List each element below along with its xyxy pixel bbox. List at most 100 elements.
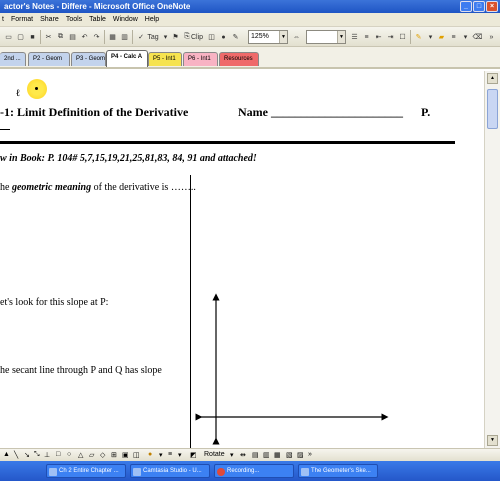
more-icon[interactable]: » — [486, 30, 497, 44]
q1-prefix: he — [0, 182, 12, 193]
line-icon[interactable]: ╲ — [14, 451, 18, 460]
draw-weight-icon[interactable]: ≡ — [168, 451, 172, 460]
numbering-icon[interactable]: ≡ — [361, 30, 372, 44]
zoom-value: 125% — [251, 33, 269, 40]
bullets-icon[interactable]: ☰ — [349, 30, 360, 44]
tab-resources[interactable]: Resources — [219, 52, 259, 66]
scroll-thumb[interactable] — [487, 89, 498, 129]
menu-insert[interactable]: t — [2, 16, 4, 23]
zoom-combo[interactable]: 125% ▼ — [248, 30, 288, 44]
tab-p6-int1[interactable]: P6 - Int1 — [183, 52, 218, 66]
menu-format[interactable]: Format — [11, 16, 33, 23]
taskbar-item-camtasia[interactable]: Camtasia Studio - U... — [130, 464, 210, 478]
window-controls: _ □ × — [460, 1, 498, 12]
align-icon[interactable]: ⇹ — [240, 451, 246, 460]
ink-stroke: ℓ — [16, 88, 20, 99]
menu-table[interactable]: Table — [89, 16, 106, 23]
arrange-2-icon[interactable]: ▥ — [263, 451, 270, 460]
tab-p2-geom[interactable]: P2 - Geom — [28, 52, 70, 66]
parallelogram-icon[interactable]: ▱ — [89, 451, 94, 460]
minimize-button[interactable]: _ — [460, 1, 472, 12]
font-dropdown-icon[interactable]: ▼ — [337, 31, 345, 43]
paste-icon[interactable]: ▤ — [67, 30, 78, 44]
distribute-icon[interactable]: ▧ — [286, 451, 293, 460]
new-icon[interactable]: ▭ — [3, 30, 14, 44]
menu-bar: t Format Share Tools Table Window Help — [0, 13, 500, 27]
arrow-icon[interactable]: ↘ — [24, 451, 30, 460]
taskbar-item-chapter[interactable]: Ch 2 Entire Chapter ... — [46, 464, 126, 478]
close-button[interactable]: × — [486, 1, 498, 12]
checkbox-icon[interactable]: ☐ — [397, 30, 408, 44]
taskbar-label: The Geometer's Ske... — [311, 468, 371, 474]
outdent-icon[interactable]: ⇤ — [373, 30, 384, 44]
tab-p5-int1[interactable]: P5 - Int1 — [148, 52, 182, 66]
font-combo[interactable]: ▼ — [306, 30, 346, 44]
zoom-dropdown-icon[interactable]: ▼ — [279, 31, 287, 43]
line-weight-icon[interactable]: ≡ — [448, 30, 459, 44]
screen-clip-icon[interactable]: ◫ — [206, 30, 217, 44]
scroll-down-icon[interactable]: ▼ — [487, 435, 498, 446]
circle-icon[interactable]: ○ — [67, 451, 71, 460]
audio-icon[interactable]: ● — [218, 30, 229, 44]
taskbar-label: Recording... — [227, 468, 260, 474]
bottom-band — [0, 481, 500, 500]
maximize-button[interactable]: □ — [473, 1, 485, 12]
triangle-icon[interactable]: △ — [78, 451, 83, 460]
cylinder-icon[interactable]: ◫ — [133, 451, 140, 460]
select-icon[interactable]: ▾ — [460, 30, 471, 44]
arrange-3-icon[interactable]: ▦ — [274, 451, 281, 460]
open-icon[interactable]: ▢ — [15, 30, 26, 44]
task-icon[interactable]: ⚑ — [170, 30, 181, 44]
drawing-toolbar: ▲ ╲ ↘ ⤡ ⊥ □ ○ △ ▱ ◇ ⊞ ▣ ◫ ● ▾ ≡ ▾ ◩ Rota… — [0, 448, 500, 461]
axes-icon[interactable]: ⊥ — [44, 451, 50, 460]
menu-tools[interactable]: Tools — [66, 16, 82, 23]
double-arrow-icon[interactable]: ⤡ — [34, 451, 40, 460]
draw-select-icon[interactable]: ▲ — [3, 451, 10, 460]
pen-color-dropdown-icon[interactable]: ▾ — [425, 30, 436, 44]
page-title: -1: Limit Definition of the Derivative — [0, 105, 189, 119]
pen-icon[interactable]: ✎ — [230, 30, 241, 44]
tag-label[interactable]: Tag — [146, 30, 160, 44]
homework-line: w in Book: P. 104# 5,7,15,19,21,25,81,83… — [0, 153, 257, 164]
draw-eraser-icon[interactable]: ◩ — [190, 451, 197, 460]
taskbar-item-recording[interactable]: Recording... — [214, 464, 294, 478]
underline-stub — [0, 129, 10, 130]
redo-icon[interactable]: ↷ — [91, 30, 102, 44]
taskbar-label: Camtasia Studio - U... — [143, 468, 202, 474]
copy-icon[interactable]: ⧉ — [55, 30, 66, 44]
draw-more-icon[interactable]: » — [308, 451, 312, 460]
undo-icon[interactable]: ↶ — [79, 30, 90, 44]
draw-color-icon[interactable]: ● — [148, 451, 152, 460]
tab-2nd[interactable]: 2nd ... — [0, 52, 26, 66]
group-icon[interactable]: ▨ — [297, 451, 304, 460]
clip-label[interactable]: Clip — [191, 30, 203, 44]
rectangle-icon[interactable]: □ — [56, 451, 60, 460]
menu-share[interactable]: Share — [40, 16, 59, 23]
draw-color-dropdown-icon[interactable]: ▾ — [159, 451, 163, 460]
vertical-scrollbar[interactable]: ▲ ▼ — [484, 71, 500, 448]
view-icon[interactable]: ▦ — [107, 30, 118, 44]
arrange-icon[interactable]: ▤ — [252, 451, 259, 460]
indent-icon[interactable]: ⇥ — [385, 30, 396, 44]
save-icon[interactable]: ■ — [27, 30, 38, 44]
tab-p3-geom[interactable]: P3 - Geom — [71, 52, 106, 66]
note-page[interactable]: ℓ -1: Limit Definition of the Derivative… — [0, 71, 484, 448]
diamond-icon[interactable]: ◇ — [100, 451, 105, 460]
side-note-icon[interactable]: ▥ — [119, 30, 130, 44]
rotate-label[interactable]: Rotate — [204, 451, 225, 460]
highlighter-icon[interactable]: ▰ — [436, 30, 447, 44]
fit-width-icon[interactable]: ⇔ — [291, 30, 302, 44]
draw-weight-dropdown-icon[interactable]: ▾ — [178, 451, 182, 460]
taskbar-item-geometer[interactable]: The Geometer's Ske... — [298, 464, 378, 478]
menu-help[interactable]: Help — [145, 16, 159, 23]
tab-p4-calc-a[interactable]: P4 - Calc A — [106, 50, 148, 67]
menu-window[interactable]: Window — [113, 16, 138, 23]
vertical-divider — [190, 175, 191, 448]
scroll-up-icon[interactable]: ▲ — [487, 73, 498, 84]
cut-icon[interactable]: ✂ — [43, 30, 54, 44]
eraser-icon[interactable]: ⌫ — [472, 30, 483, 44]
pen-color-icon[interactable]: ✎ — [413, 30, 424, 44]
rotate-dropdown-icon[interactable]: ▾ — [230, 451, 234, 460]
cube-icon[interactable]: ▣ — [122, 451, 129, 460]
graph-icon[interactable]: ⊞ — [111, 451, 117, 460]
